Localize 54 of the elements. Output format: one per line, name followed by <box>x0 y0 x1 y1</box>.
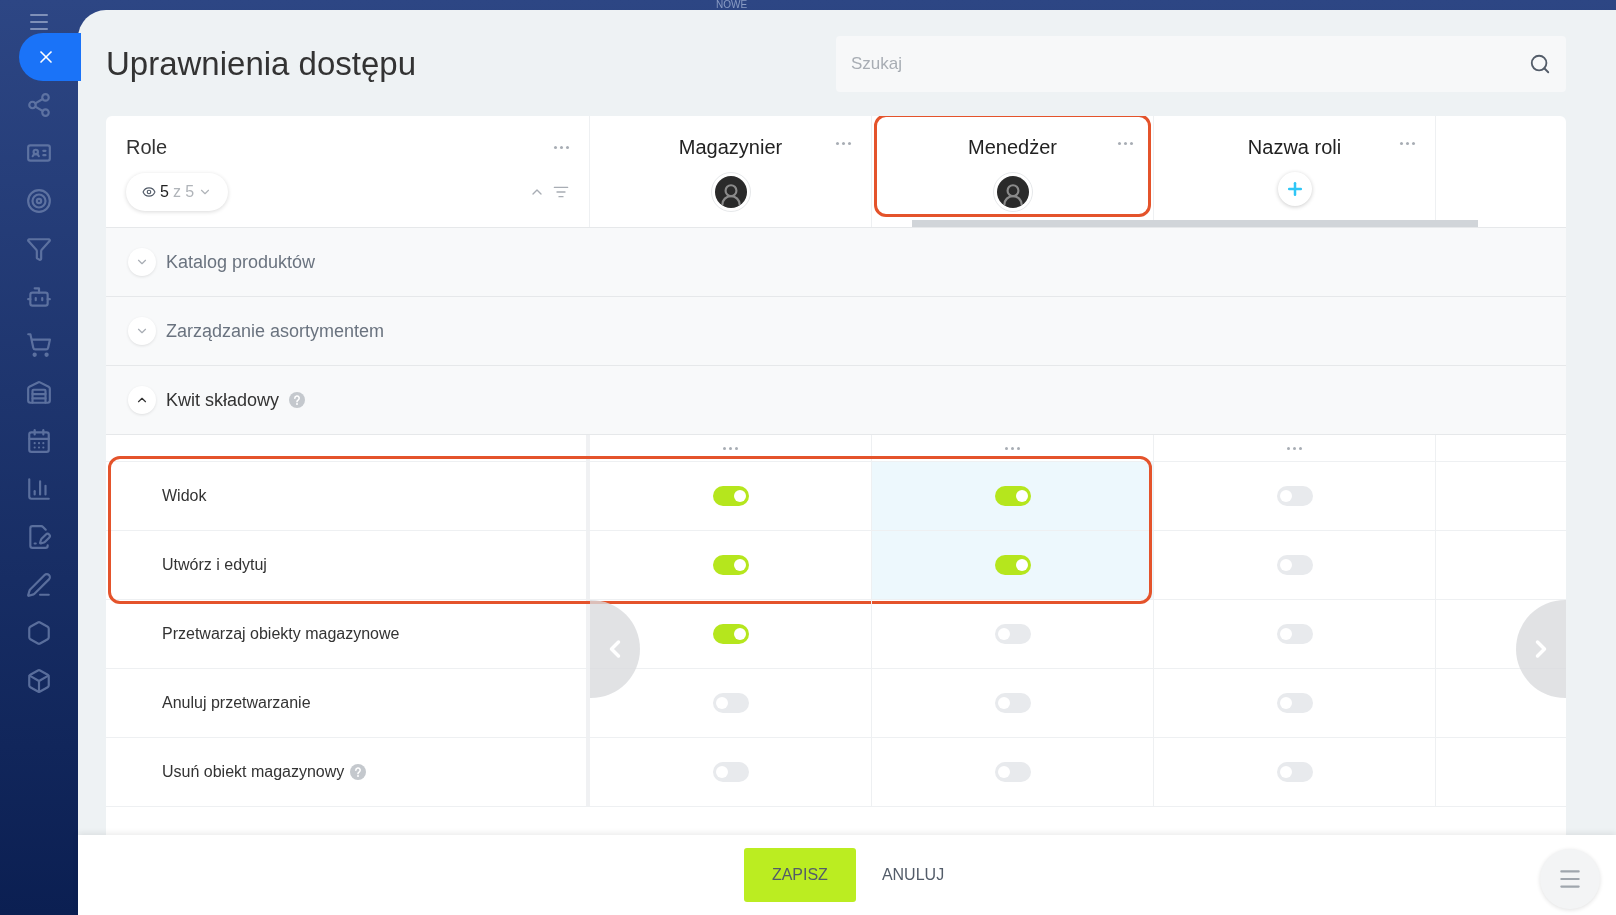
help-icon[interactable] <box>289 392 306 408</box>
scrollbar[interactable] <box>912 220 1478 227</box>
warehouse-icon[interactable] <box>26 380 52 406</box>
more-icon[interactable] <box>836 142 851 145</box>
section-title: Katalog produktów <box>166 250 316 274</box>
permission-label: Usuń obiekt magazynowy <box>162 762 345 782</box>
page-title: Uprawnienia dostępu <box>106 44 417 85</box>
close-button[interactable] <box>19 33 81 81</box>
role-name: Menedżer <box>968 135 1057 160</box>
roles-header: Role <box>126 135 168 160</box>
role-name: Nazwa roli <box>1247 135 1342 160</box>
pen-icon[interactable] <box>26 572 52 598</box>
more-icon[interactable] <box>723 446 738 450</box>
visible-roles-dropdown[interactable]: 5 z 5 <box>126 173 229 211</box>
permission-label: Przetwarzaj obiekty magazynowe <box>162 624 400 644</box>
toggle-switch[interactable] <box>712 624 749 644</box>
role-name: Magazynier <box>678 135 783 160</box>
toggle-switch[interactable] <box>712 486 749 506</box>
hexagon-icon[interactable] <box>26 620 52 646</box>
search-input[interactable]: Szukaj <box>851 51 1529 77</box>
section-title: Kwit składowy <box>166 388 280 412</box>
calendar-icon[interactable] <box>26 428 52 454</box>
list-button[interactable] <box>1540 849 1600 909</box>
more-icon[interactable] <box>554 145 569 149</box>
more-icon[interactable] <box>1400 142 1415 145</box>
visible-count: 5 <box>160 182 169 202</box>
top-label: NOWE <box>716 0 748 12</box>
help-icon[interactable] <box>350 764 367 780</box>
more-icon[interactable] <box>1118 142 1133 145</box>
save-button[interactable]: ZAPISZ <box>743 848 856 902</box>
cancel-button[interactable]: ANULUJ <box>875 848 951 902</box>
toggle-switch[interactable] <box>712 555 749 575</box>
filter-icon[interactable] <box>26 236 52 262</box>
more-icon[interactable] <box>1287 446 1302 450</box>
document-pen-icon[interactable] <box>26 524 52 550</box>
permission-label: Utwórz i edytuj <box>162 555 267 575</box>
add-button[interactable] <box>1277 172 1312 206</box>
robot-icon[interactable] <box>26 284 52 310</box>
bar-chart-icon[interactable] <box>26 476 52 502</box>
section-toggle[interactable] <box>128 248 156 276</box>
search-icon[interactable] <box>1529 53 1551 75</box>
permission-label: Widok <box>162 486 207 506</box>
share-icon[interactable] <box>26 92 52 118</box>
search-field[interactable]: Szukaj <box>836 36 1566 92</box>
total-count: z 5 <box>172 182 195 202</box>
more-icon[interactable] <box>1005 446 1020 450</box>
target-icon[interactable] <box>26 188 52 214</box>
section-toggle[interactable] <box>128 386 156 414</box>
eye-icon <box>142 185 156 199</box>
box-icon[interactable] <box>26 668 52 694</box>
cart-icon[interactable] <box>26 332 52 358</box>
permission-label: Anuluj przetwarzanie <box>162 693 311 713</box>
section-toggle[interactable] <box>128 317 156 345</box>
section-title: Zarządzanie asortymentem <box>166 319 385 343</box>
